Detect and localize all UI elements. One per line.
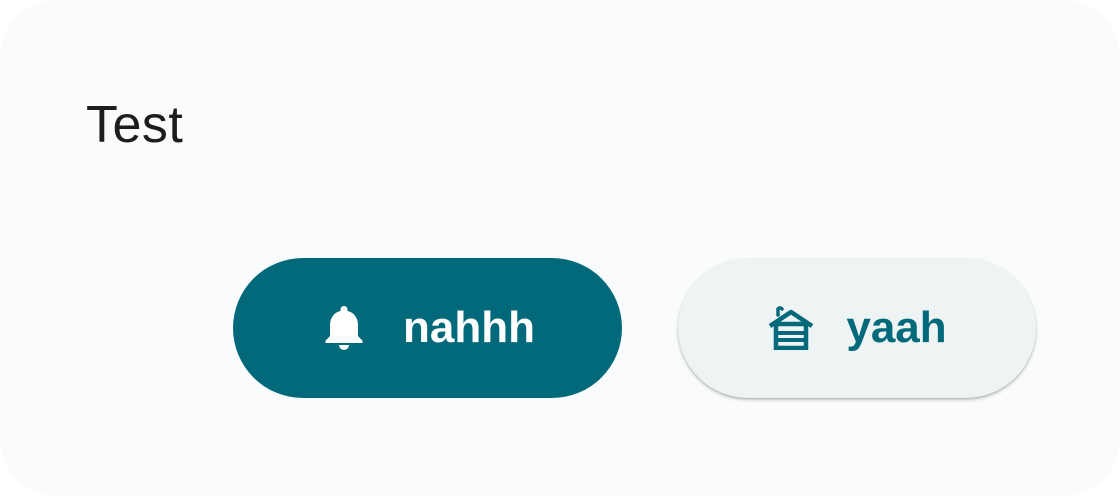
dialog: Test nahhh yaah [0, 0, 1120, 496]
dismiss-button[interactable]: nahhh [233, 258, 622, 398]
confirm-button-label: yaah [846, 303, 947, 352]
dialog-title: Test [86, 96, 184, 154]
bell-icon [320, 304, 368, 352]
dismiss-button-label: nahhh [403, 303, 535, 352]
cabin-icon [767, 304, 815, 352]
confirm-button[interactable]: yaah [678, 258, 1036, 398]
